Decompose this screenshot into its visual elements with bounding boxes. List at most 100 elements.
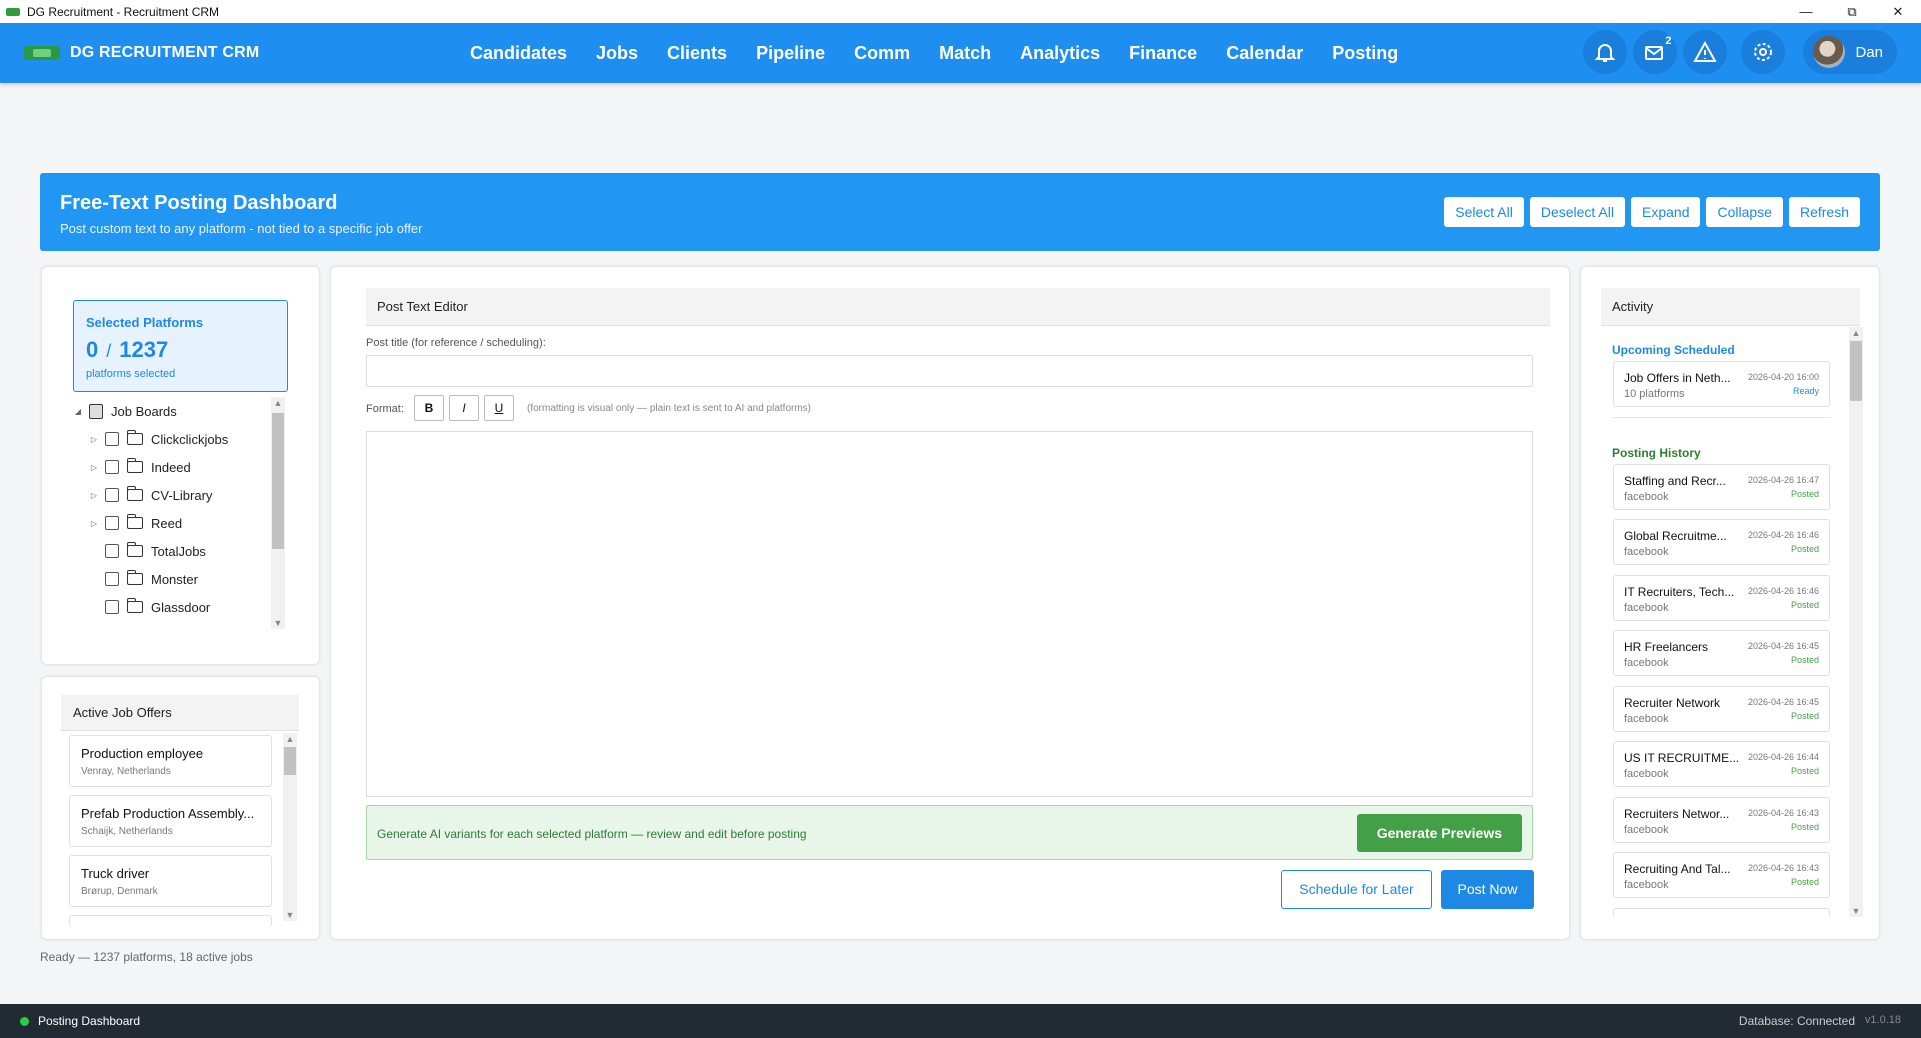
expand-triangle-icon[interactable]: ▷	[89, 519, 99, 528]
expand-triangle-icon[interactable]: ▷	[89, 435, 99, 444]
brand-name: DG RECRUITMENT CRM	[70, 44, 260, 61]
tree-root-job-boards[interactable]: ◢ Job Boards	[73, 397, 278, 425]
messages-button[interactable]: 2	[1633, 30, 1678, 74]
history-card[interactable]: HR Freelancers facebook 2026-04-26 16:45…	[1613, 630, 1830, 676]
status-bar-label: Posting Dashboard	[38, 1014, 141, 1028]
platform-checkbox[interactable]	[105, 432, 119, 446]
scroll-thumb[interactable]	[1850, 341, 1862, 401]
activity-scrollbar[interactable]: ▲ ▼	[1849, 327, 1863, 917]
platform-checkbox[interactable]	[105, 600, 119, 614]
tree-item-monster[interactable]: Monster	[73, 565, 278, 593]
brand[interactable]: DG RECRUITMENT CRM	[24, 23, 259, 83]
notifications-button[interactable]	[1583, 30, 1628, 74]
scroll-up-icon[interactable]: ▲	[1849, 328, 1863, 338]
nav-comm[interactable]: Comm	[854, 43, 910, 64]
post-status: Posted	[1790, 766, 1819, 776]
scroll-thumb[interactable]	[284, 747, 296, 775]
nav-clients[interactable]: Clients	[667, 43, 727, 64]
scroll-down-icon[interactable]: ▼	[1849, 906, 1863, 916]
post-body-textarea[interactable]	[366, 431, 1533, 797]
brand-logo-icon	[24, 46, 60, 60]
post-sub: facebook	[1624, 768, 1669, 780]
user-menu[interactable]: Dan	[1803, 30, 1897, 74]
window-title: DG Recruitment - Recruitment CRM	[27, 4, 220, 19]
history-card[interactable]: Recruiters Networ... facebook 2026-04-26…	[1613, 797, 1830, 843]
job-card[interactable]: Prefab Production Assembly... Schaijk, N…	[69, 795, 272, 847]
nav-match[interactable]: Match	[939, 43, 991, 64]
tree-item-label: Indeed	[151, 459, 191, 475]
scroll-thumb[interactable]	[272, 413, 284, 549]
scroll-down-icon[interactable]: ▼	[271, 618, 285, 628]
job-card[interactable]: Production employee Venray, Netherlands	[69, 735, 272, 787]
post-date: 2026-04-26 16:46	[1747, 530, 1819, 540]
nav-posting[interactable]: Posting	[1332, 43, 1398, 64]
generate-previews-button[interactable]: Generate Previews	[1356, 814, 1522, 852]
tree-item-label: Monster	[151, 571, 198, 587]
post-status: Posted	[1790, 489, 1819, 499]
tree-item-glassdoor[interactable]: Glassdoor	[73, 593, 278, 621]
settings-button[interactable]	[1741, 30, 1786, 74]
job-card[interactable]	[69, 915, 272, 927]
history-card[interactable]: Recruiting And Tal... facebook 2026-04-2…	[1613, 852, 1830, 898]
tree-item-indeed[interactable]: ▷ Indeed	[73, 453, 278, 481]
tree-item-clickclickjobs[interactable]: ▷ Clickclickjobs	[73, 425, 278, 453]
expand-button[interactable]: Expand	[1631, 197, 1701, 227]
post-now-button[interactable]: Post Now	[1441, 870, 1534, 909]
job-location: Venray, Netherlands	[81, 766, 171, 777]
nav-calendar[interactable]: Calendar	[1226, 43, 1303, 64]
expand-triangle-icon[interactable]: ▷	[89, 463, 99, 472]
section-divider	[1612, 417, 1830, 418]
tree-item-reed[interactable]: ▷ Reed	[73, 509, 278, 537]
maximize-button[interactable]: ⧉	[1829, 0, 1875, 23]
page-title: Free-Text Posting Dashboard	[60, 192, 338, 214]
nav-candidates[interactable]: Candidates	[470, 43, 567, 64]
deselect-all-button[interactable]: Deselect All	[1529, 197, 1625, 227]
platform-checkbox[interactable]	[105, 572, 119, 586]
history-card[interactable]: Global Recruitme... facebook 2026-04-26 …	[1613, 519, 1830, 565]
scroll-down-icon[interactable]: ▼	[283, 910, 297, 920]
tree-item-cv-library[interactable]: ▷ CV-Library	[73, 481, 278, 509]
platform-checkbox[interactable]	[105, 488, 119, 502]
nav-jobs[interactable]: Jobs	[596, 43, 638, 64]
tree-item-totaljobs[interactable]: TotalJobs	[73, 537, 278, 565]
platform-checkbox[interactable]	[105, 516, 119, 530]
scheduled-post-card[interactable]: Job Offers in Neth... 10 platforms 2026-…	[1613, 361, 1830, 407]
refresh-button[interactable]: Refresh	[1788, 197, 1860, 227]
status-dot-icon	[20, 1017, 29, 1026]
post-title-input[interactable]	[366, 355, 1533, 387]
collapse-triangle-icon[interactable]: ◢	[73, 407, 83, 416]
nav-analytics[interactable]: Analytics	[1020, 43, 1100, 64]
close-button[interactable]: ✕	[1875, 0, 1921, 23]
alerts-button[interactable]	[1683, 30, 1728, 74]
jobs-scrollbar[interactable]: ▲ ▼	[283, 733, 297, 921]
expand-triangle-icon[interactable]: ▷	[89, 491, 99, 500]
nav-finance[interactable]: Finance	[1129, 43, 1197, 64]
history-card[interactable]	[1613, 908, 1830, 917]
minimize-button[interactable]: —	[1783, 0, 1829, 23]
platform-checkbox[interactable]	[105, 460, 119, 474]
post-status: Posted	[1790, 877, 1819, 887]
scroll-up-icon[interactable]: ▲	[271, 398, 285, 408]
history-card[interactable]: US IT RECRUITME... facebook 2026-04-26 1…	[1613, 741, 1830, 787]
platform-tree-scrollbar[interactable]: ▲ ▼	[271, 397, 285, 629]
history-card[interactable]: Recruiter Network facebook 2026-04-26 16…	[1613, 686, 1830, 732]
bold-button[interactable]: B	[414, 395, 444, 421]
schedule-later-button[interactable]: Schedule for Later	[1281, 870, 1432, 909]
folder-icon	[126, 486, 143, 501]
nav-pipeline[interactable]: Pipeline	[756, 43, 825, 64]
underline-button[interactable]: U	[484, 395, 514, 421]
history-card[interactable]: IT Recruiters, Tech... facebook 2026-04-…	[1613, 575, 1830, 621]
platform-tree: ◢ Job Boards ▷ Clickclickjobs ▷ Indeed ▷…	[73, 397, 278, 629]
platform-checkbox[interactable]	[105, 544, 119, 558]
folder-icon	[126, 514, 143, 529]
italic-button[interactable]: I	[449, 395, 479, 421]
selected-platforms-title: Selected Platforms	[86, 315, 204, 330]
collapse-button[interactable]: Collapse	[1706, 197, 1783, 227]
history-card[interactable]: Staffing and Recr... facebook 2026-04-26…	[1613, 464, 1830, 510]
job-card[interactable]: Truck driver Brørup, Denmark	[69, 855, 272, 907]
select-all-button[interactable]: Select All	[1444, 197, 1524, 227]
activity-title: Activity	[1601, 288, 1860, 326]
scroll-up-icon[interactable]: ▲	[283, 734, 297, 744]
folder-icon	[126, 570, 143, 585]
avatar	[1813, 36, 1846, 68]
